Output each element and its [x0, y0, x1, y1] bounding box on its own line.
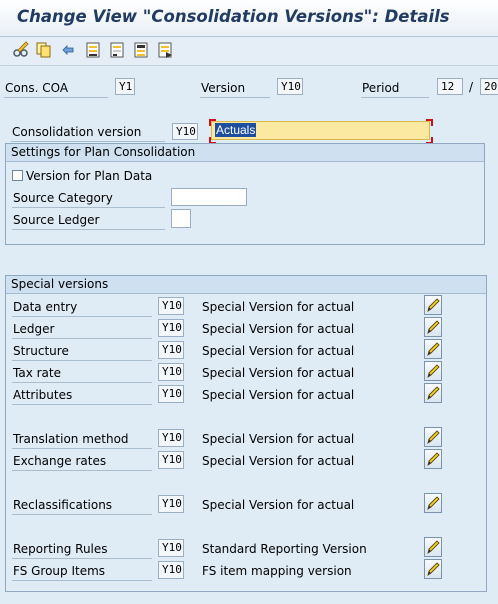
version-for-plan-data-label: Version for Plan Data — [26, 169, 153, 183]
selected-text: Actuals — [215, 123, 257, 137]
pencil-icon — [425, 296, 441, 314]
pencil-icon — [425, 494, 441, 512]
title-bar: Change View "Consolidation Versions": De… — [0, 0, 498, 37]
special-row-label: FS Group Items — [13, 564, 106, 578]
special-row-underline — [12, 558, 152, 559]
edit-pencil-button[interactable] — [424, 537, 442, 557]
period-separator: / — [469, 80, 474, 94]
version-field[interactable]: Y10 — [277, 78, 303, 95]
source-ledger-underline — [12, 229, 165, 230]
pencil-icon — [425, 384, 441, 402]
version-label: Version — [201, 81, 246, 95]
pencil-icon — [425, 450, 441, 468]
special-row-label: Ledger — [13, 322, 55, 336]
deselect-icon[interactable] — [108, 41, 126, 59]
period-underline — [361, 97, 429, 98]
edit-pencil-button[interactable] — [424, 361, 442, 381]
period-field[interactable]: 12 — [437, 78, 463, 95]
special-row-description: Special Version for actual — [202, 388, 355, 402]
special-versions-group-title: Special versions — [6, 276, 486, 294]
special-row-version-field[interactable]: Y10 — [158, 539, 184, 557]
previous-entry-icon[interactable] — [132, 41, 150, 59]
undo-icon[interactable] — [59, 41, 77, 59]
special-row-label: Data entry — [13, 300, 78, 314]
window-title: Change View "Consolidation Versions": De… — [17, 7, 450, 26]
special-row-description: Special Version for actual — [202, 344, 355, 358]
special-row-version-field[interactable]: Y10 — [158, 297, 184, 315]
edit-pencil-button[interactable] — [424, 559, 442, 579]
special-row-version-field[interactable]: Y10 — [158, 495, 184, 513]
cons-coa-label: Cons. COA — [5, 81, 69, 95]
source-category-label: Source Category — [13, 191, 113, 205]
pencil-icon — [425, 362, 441, 380]
special-row-description: Special Version for actual — [202, 322, 355, 336]
special-row-version-field[interactable]: Y10 — [158, 451, 184, 469]
special-row-label: Attributes — [13, 388, 73, 402]
edit-pencil-button[interactable] — [424, 427, 442, 447]
special-row-label: Tax rate — [13, 366, 61, 380]
pencil-icon — [425, 318, 441, 336]
next-entry-icon[interactable] — [156, 41, 174, 59]
special-row-description: Special Version for actual — [202, 300, 355, 314]
special-row-version-field[interactable]: Y10 — [158, 341, 184, 359]
copy-icon[interactable] — [35, 41, 53, 59]
glasses-pencil-icon[interactable] — [12, 41, 30, 59]
special-row-version-field[interactable]: Y10 — [158, 385, 184, 403]
application-toolbar — [0, 37, 498, 66]
edit-pencil-button[interactable] — [424, 339, 442, 359]
special-row-label: Structure — [13, 344, 69, 358]
special-row-description: Standard Reporting Version — [202, 542, 367, 556]
source-ledger-label: Source Ledger — [13, 213, 100, 227]
special-row-description: FS item mapping version — [202, 564, 352, 578]
edit-pencil-button[interactable] — [424, 317, 442, 337]
special-row-version-field[interactable]: Y10 — [158, 429, 184, 447]
version-for-plan-data-checkbox[interactable] — [12, 170, 23, 181]
special-row-underline — [12, 470, 152, 471]
special-row-underline — [12, 448, 152, 449]
special-row-label: Reclassifications — [13, 498, 113, 512]
special-row-description: Special Version for actual — [202, 498, 355, 512]
version-underline — [200, 97, 270, 98]
special-row-underline — [12, 404, 152, 405]
special-row-underline — [12, 316, 152, 317]
special-row-underline — [12, 338, 152, 339]
pencil-icon — [425, 340, 441, 358]
plan-consolidation-group-title: Settings for Plan Consolidation — [6, 144, 484, 162]
special-row-description: Special Version for actual — [202, 454, 355, 468]
consolidation-version-field[interactable]: Y10 — [172, 123, 198, 140]
edit-pencil-button[interactable] — [424, 493, 442, 513]
pencil-icon — [425, 428, 441, 446]
pencil-icon — [425, 538, 441, 556]
pencil-icon — [425, 560, 441, 578]
required-marker-tr — [426, 119, 433, 126]
special-row-underline — [12, 514, 152, 515]
period-label: Period — [362, 81, 400, 95]
special-row-version-field[interactable]: Y10 — [158, 561, 184, 579]
source-category-underline — [12, 207, 165, 208]
special-row-version-field[interactable]: Y10 — [158, 363, 184, 381]
edit-pencil-button[interactable] — [424, 383, 442, 403]
fiscal-year-field[interactable]: 20. — [480, 78, 498, 95]
special-row-description: Special Version for actual — [202, 366, 355, 380]
special-row-underline — [12, 580, 152, 581]
required-marker-tl — [209, 119, 216, 126]
special-row-underline — [12, 360, 152, 361]
select-all-icon[interactable] — [84, 41, 102, 59]
special-row-label: Reporting Rules — [13, 542, 108, 556]
special-row-version-field[interactable]: Y10 — [158, 319, 184, 337]
cons-coa-field[interactable]: Y1 — [115, 78, 135, 95]
source-ledger-field[interactable] — [171, 209, 191, 228]
consolidation-version-text-input[interactable]: Actuals — [211, 121, 430, 140]
consolidation-version-underline — [11, 141, 165, 142]
special-row-label: Exchange rates — [13, 454, 107, 468]
edit-pencil-button[interactable] — [424, 449, 442, 469]
special-row-underline — [12, 382, 152, 383]
special-row-description: Special Version for actual — [202, 432, 355, 446]
source-category-field[interactable] — [171, 188, 247, 206]
cons-coa-underline — [4, 97, 108, 98]
special-row-label: Translation method — [13, 432, 129, 446]
edit-pencil-button[interactable] — [424, 295, 442, 315]
consolidation-version-label: Consolidation version — [12, 125, 142, 139]
